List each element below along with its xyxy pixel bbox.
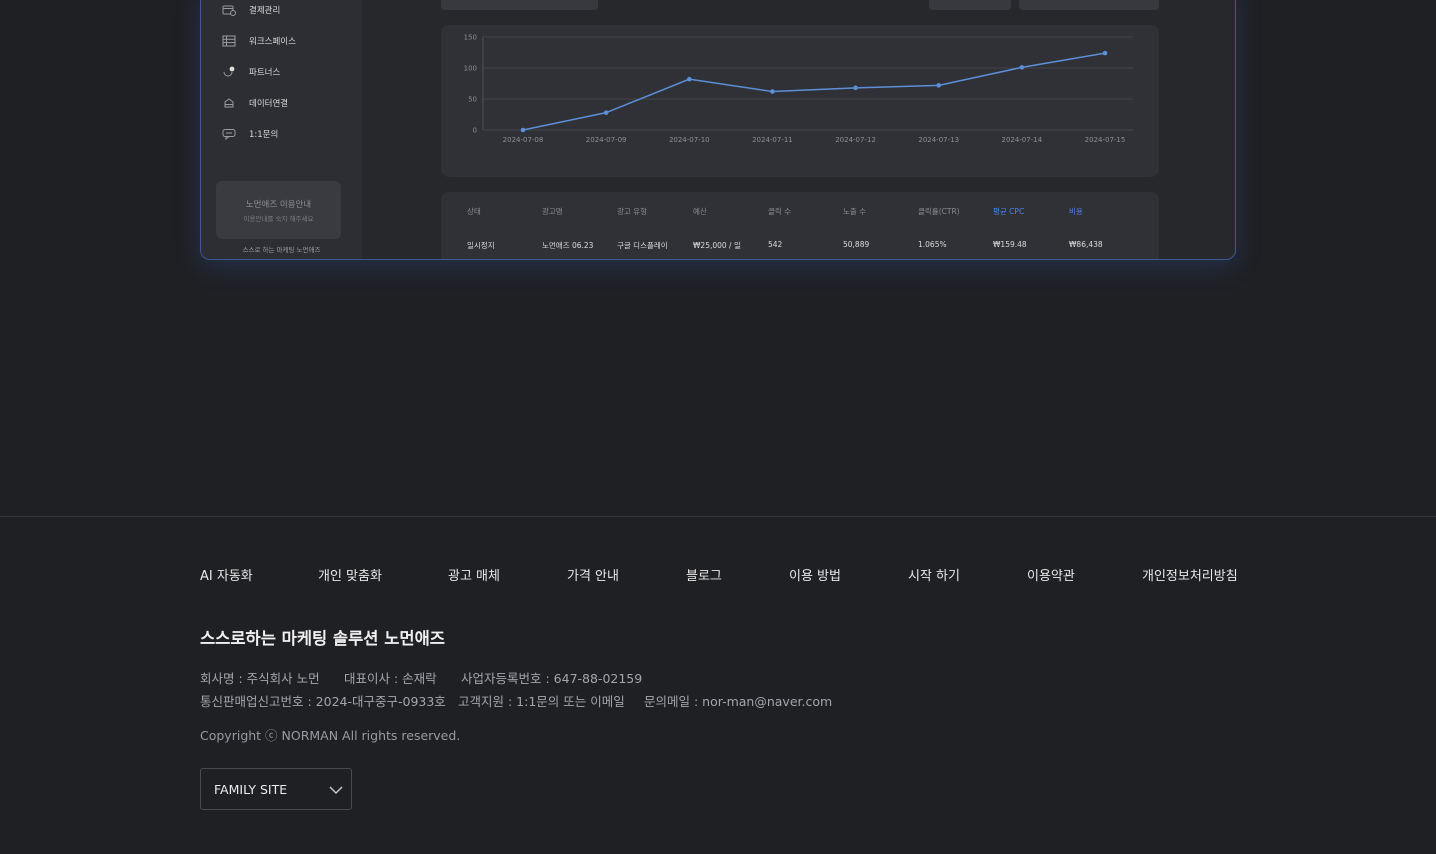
sidebar-item-inquiry[interactable]: 1:1문의 xyxy=(221,126,278,142)
sidebar-item-label: 데이터연결 xyxy=(249,99,289,109)
footer-nav-ad-media[interactable]: 광고 매체 xyxy=(448,565,500,584)
x-tick-label: 2024-07-11 xyxy=(752,136,793,144)
x-tick-label: 2024-07-08 xyxy=(503,136,544,144)
database-icon xyxy=(221,96,237,110)
usage-guide-card[interactable]: 노먼애즈 이용안내 이용안내를 숙지 해주세요 xyxy=(216,181,341,239)
dashboard-preview: 결제관리 워크스페이스 파트너스 데이터연결 1:1문의 노먼애즈 이용안내 이… xyxy=(200,0,1236,260)
table-cell: 1.065% xyxy=(918,240,947,249)
sidebar: 결제관리 워크스페이스 파트너스 데이터연결 1:1문의 노먼애즈 이용안내 이… xyxy=(201,0,362,259)
sidebar-item-workspace[interactable]: 워크스페이스 xyxy=(221,33,296,49)
x-tick-label: 2024-07-13 xyxy=(918,136,959,144)
data-point[interactable] xyxy=(770,89,775,94)
table-header: 광고 유형 xyxy=(617,207,647,216)
card-icon xyxy=(221,3,237,17)
sidebar-item-label: 워크스페이스 xyxy=(249,37,296,47)
table-header: 클릭률(CTR) xyxy=(918,207,960,216)
y-tick-label: 0 xyxy=(473,127,477,135)
chat-icon xyxy=(221,127,237,141)
campaign-table: 상태 광고명 광고 유형 예산 클릭 수 노출 수 클릭률(CTR) 평균 CPC 비용일시정지… xyxy=(441,192,1159,259)
footer-nav-terms[interactable]: 이용약관 xyxy=(1027,565,1075,584)
table-header: 광고명 xyxy=(542,207,563,216)
line-chart: 0 50 100 150 2024-07-08 2024-07-09 2024-07-10 2… xyxy=(464,34,1133,144)
guide-subtitle: 이용안내를 숙지 해주세요 xyxy=(243,215,314,223)
copyright: Copyright ⓒ NORMAN All rights reserved. xyxy=(200,728,461,743)
business-number: 사업자등록번호 : 647-88-02159 xyxy=(461,671,643,686)
table-cell: ₩25,000 / 일 xyxy=(693,241,741,250)
y-tick-label: 100 xyxy=(464,65,477,73)
table-header: 상태 xyxy=(467,207,481,216)
family-site-select[interactable]: FAMILY SITE xyxy=(200,768,352,810)
sidebar-item-label: 결제관리 xyxy=(249,6,281,16)
x-tick-label: 2024-07-10 xyxy=(669,136,710,144)
data-point[interactable] xyxy=(603,110,609,115)
data-point[interactable] xyxy=(1019,65,1025,70)
sidebar-item-data-connect[interactable]: 데이터연결 xyxy=(221,95,288,111)
contact-email[interactable]: 문의메일 : nor-man@naver.com xyxy=(644,691,832,710)
partner-icon xyxy=(221,65,237,79)
table-cell: 542 xyxy=(768,240,783,249)
table-header: 노출 수 xyxy=(843,207,867,216)
table-cell: 일시정지 xyxy=(467,241,495,250)
chevron-down-icon xyxy=(329,780,343,799)
x-tick-label: 2024-07-12 xyxy=(835,136,876,144)
sidebar-item-billing[interactable]: 결제관리 xyxy=(221,2,280,18)
family-site-label: FAMILY SITE xyxy=(214,781,288,797)
data-point[interactable] xyxy=(853,85,858,91)
company-name: 회사명 : 주식회사 노먼 xyxy=(200,671,320,686)
performance-chart: 0 50 100 150 2024-07-08 2024-07-09 2024-07-10 2… xyxy=(441,25,1159,177)
sidebar-footer-text: 스스로 하는 마케팅 노먼애즈 xyxy=(242,246,321,254)
footer-nav-pricing[interactable]: 가격 안내 xyxy=(567,565,619,584)
table-cell: ₩159.48 xyxy=(993,240,1027,249)
data-point[interactable] xyxy=(686,76,692,82)
table-cell: 50,889 xyxy=(843,240,870,249)
table-cell: ₩86,438 xyxy=(1069,240,1103,249)
table-header: 평균 CPC xyxy=(993,207,1025,216)
series-line xyxy=(522,52,1106,131)
footer-nav-personalization[interactable]: 개인 맞춤화 xyxy=(318,565,382,584)
x-tick-label: 2024-07-15 xyxy=(1085,136,1126,144)
x-tick-label: 2024-07-14 xyxy=(1002,136,1043,144)
mail-order-number: 통신판매업신고번호 : 2024-대구중구-0933호 xyxy=(200,694,446,709)
table-cell: 구글 디스플레이 xyxy=(617,241,668,250)
data-point[interactable] xyxy=(1102,50,1108,56)
y-tick-label: 150 xyxy=(464,34,477,42)
table-header: 비용 xyxy=(1069,207,1083,216)
footer-nav-get-started[interactable]: 시작 하기 xyxy=(908,565,960,584)
data-point[interactable] xyxy=(936,83,942,88)
table-header: 클릭 수 xyxy=(768,207,792,216)
table-cell: 노먼애즈 06.23 xyxy=(542,241,594,250)
sidebar-item-partners[interactable]: 파트너스 xyxy=(221,64,280,80)
footer-nav-privacy[interactable]: 개인정보처리방침 xyxy=(1142,565,1238,584)
site-footer: AI 자동화 개인 맞춤화 광고 매체 가격 안내 블로그 이용 방법 시작 하… xyxy=(0,516,1436,854)
list-icon xyxy=(221,34,237,48)
sidebar-item-label: 파트너스 xyxy=(249,68,281,78)
sidebar-item-label: 1:1문의 xyxy=(249,130,279,140)
filter-button[interactable] xyxy=(929,0,1011,10)
footer-nav-blog[interactable]: 블로그 xyxy=(686,565,722,584)
date-range-picker[interactable] xyxy=(1019,0,1159,10)
campaign-select[interactable] xyxy=(441,0,598,10)
x-tick-label: 2024-07-09 xyxy=(586,136,627,144)
footer-nav-how-to-use[interactable]: 이용 방법 xyxy=(789,565,841,584)
y-tick-label: 50 xyxy=(468,96,477,104)
customer-support: 고객지원 : 1:1문의 또는 이메일 xyxy=(458,694,625,709)
table-header: 예산 xyxy=(693,207,707,216)
ceo-name: 대표이사 : 손재락 xyxy=(344,671,437,686)
guide-title: 노먼애즈 이용안내 xyxy=(245,200,312,210)
footer-brand-title: 스스로하는 마케팅 솔루션 노먼애즈 xyxy=(200,629,445,648)
data-point[interactable] xyxy=(520,127,526,133)
footer-nav-ai-automation[interactable]: AI 자동화 xyxy=(200,565,253,584)
